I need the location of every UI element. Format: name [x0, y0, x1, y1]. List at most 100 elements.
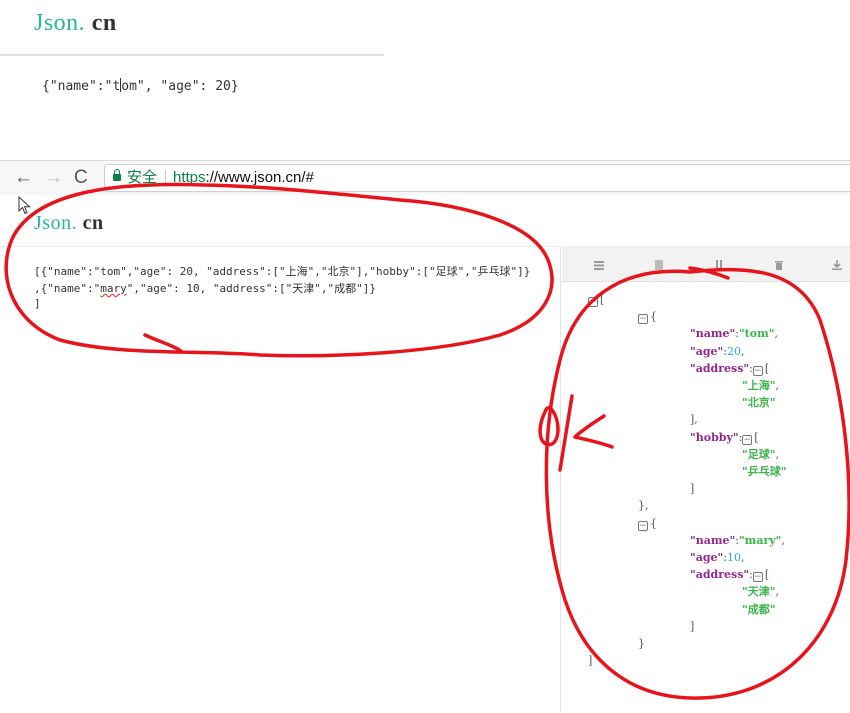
- download-icon[interactable]: [832, 260, 842, 270]
- tree-bracket: {: [650, 310, 657, 324]
- tree-bracket: },: [638, 499, 649, 513]
- tree-line: "乒乓球": [742, 465, 786, 479]
- tree-bracket: {: [650, 516, 657, 530]
- tree-key: "name": [690, 327, 736, 341]
- back-arrow-icon[interactable]: ←: [14, 167, 33, 189]
- tree-key: "address": [690, 568, 750, 582]
- tree-line: },: [638, 499, 649, 513]
- source-line-part: ","age": 10, "address":["天津","成都"]}: [126, 282, 377, 295]
- tree-line: "北京": [742, 396, 775, 410]
- tree-line: "天津",: [742, 585, 779, 599]
- tree-number-value: 10: [727, 551, 741, 564]
- tree-line: −{: [638, 310, 657, 325]
- source-line: [{"name":"tom","age": 20, "address":["上海…: [34, 265, 531, 278]
- top-json-text-b: om", "age": 20}: [121, 79, 239, 94]
- tree-comma: ,: [741, 551, 745, 564]
- top-divider: [0, 54, 384, 56]
- source-line-part: ,{"name":": [34, 282, 101, 295]
- tree-line: "name":"tom",: [690, 327, 778, 341]
- page-logo-cn: cn: [82, 212, 104, 234]
- tree-line: "hobby":−[: [690, 431, 759, 445]
- tree-comma: ,: [775, 447, 779, 461]
- tree-string-value: "tom": [738, 327, 775, 341]
- tree-key: "address": [690, 361, 750, 375]
- tree-line: "上海",: [742, 379, 779, 393]
- tree-line: ]: [690, 482, 694, 496]
- spellcheck-word: mary: [100, 282, 127, 295]
- browser-toolbar: ← → C 安全 https://www.json.cn/#: [0, 160, 850, 195]
- tree-line: "age":10,: [690, 551, 745, 565]
- format-icon[interactable]: [594, 260, 604, 270]
- collapse-toggle-icon[interactable]: −: [638, 520, 648, 531]
- tree-comma: ,: [775, 585, 779, 599]
- secure-label: 安全: [127, 169, 158, 186]
- sort-icon[interactable]: [714, 260, 724, 270]
- tree-comma: ,: [775, 379, 779, 392]
- mouse-cursor-icon: [18, 196, 31, 215]
- json-source-editor[interactable]: [{"name":"tom","age": 20, "address":["上海…: [0, 247, 561, 713]
- collapse-toggle-icon[interactable]: −: [588, 297, 598, 307]
- tree-bracket: [: [764, 568, 770, 582]
- tree-line: ],: [690, 413, 698, 427]
- url-text[interactable]: https://www.json.cn/#: [173, 165, 314, 191]
- tree-line: }: [638, 637, 645, 651]
- url-rest: ://www.json.cn/#: [205, 169, 314, 186]
- tree-key: "age": [690, 344, 724, 358]
- tree-key: "name": [690, 533, 736, 547]
- collapse-toggle-icon[interactable]: −: [638, 314, 648, 325]
- collapse-toggle-icon[interactable]: −: [752, 365, 763, 376]
- tree-string-value: "mary": [738, 533, 782, 547]
- tree-string-value: "北京": [742, 396, 776, 410]
- page-logo-son: son.: [42, 212, 78, 234]
- tree-comma: ,: [741, 344, 745, 358]
- tree-line: "age":20,: [690, 345, 745, 359]
- tree-bracket: }: [638, 637, 645, 650]
- tree-bracket: [: [764, 361, 770, 375]
- json-tree-viewer: −[−{"name":"tom", "age":20, "address":−["上…: [562, 247, 850, 713]
- tree-bracket: ],: [690, 413, 698, 427]
- tree-string-value: "乒乓球": [742, 465, 787, 478]
- top-json-input[interactable]: {"name":"tom", "age": 20}: [42, 78, 239, 94]
- tree-bracket: ]: [690, 482, 695, 496]
- logo-letter-j: J: [34, 10, 44, 36]
- logo-cn: cn: [91, 10, 117, 36]
- viewer-toolbar: [562, 247, 850, 282]
- page-site-logo[interactable]: Json. cn: [34, 212, 104, 235]
- source-line: ,{"name":"mary","age": 10, "address":["天…: [34, 280, 376, 296]
- url-scheme: https: [173, 169, 206, 186]
- tree-string-value: "成都": [742, 602, 776, 616]
- logo-son: son.: [43, 10, 86, 36]
- reload-icon[interactable]: C: [74, 167, 88, 189]
- tree-key: "hobby": [690, 430, 739, 444]
- top-site-logo: Json. cn: [34, 10, 117, 37]
- tree-line: "address":−[: [690, 568, 770, 583]
- tree-line: −[: [588, 293, 604, 307]
- address-bar[interactable]: 安全 https://www.json.cn/#: [104, 164, 850, 192]
- tree-string-value: "天津": [742, 585, 776, 599]
- forward-arrow-icon[interactable]: →: [44, 167, 63, 189]
- tree-comma: ,: [781, 533, 785, 547]
- tree-comma: ,: [774, 327, 778, 341]
- lock-icon: [113, 174, 121, 181]
- tree-bracket: ]: [690, 619, 695, 633]
- tree-bracket: [: [754, 430, 759, 444]
- collapse-toggle-icon[interactable]: −: [742, 434, 753, 445]
- tree-line: ]: [690, 620, 694, 634]
- top-json-text-a: {"name":"t: [42, 79, 121, 94]
- tree-line: "name":"mary",: [690, 534, 785, 548]
- collapse-toggle-icon[interactable]: −: [752, 572, 763, 583]
- tree-key: "age": [690, 551, 724, 564]
- tree-string-value: "上海": [742, 379, 776, 392]
- tree-line: "成都": [742, 603, 775, 617]
- tree-string-value: "足球": [742, 447, 776, 461]
- tree-number-value: 20: [727, 344, 741, 358]
- address-separator: [165, 170, 166, 186]
- tree-line: −{: [638, 517, 657, 531]
- compress-icon[interactable]: [654, 260, 664, 270]
- tree-line: ]: [588, 654, 592, 668]
- tree-bracket: ]: [588, 654, 593, 668]
- tree-line: "address":−[: [690, 362, 769, 376]
- source-line: ]: [34, 297, 41, 310]
- delete-icon[interactable]: [774, 260, 784, 270]
- tree-line: "足球",: [742, 448, 779, 462]
